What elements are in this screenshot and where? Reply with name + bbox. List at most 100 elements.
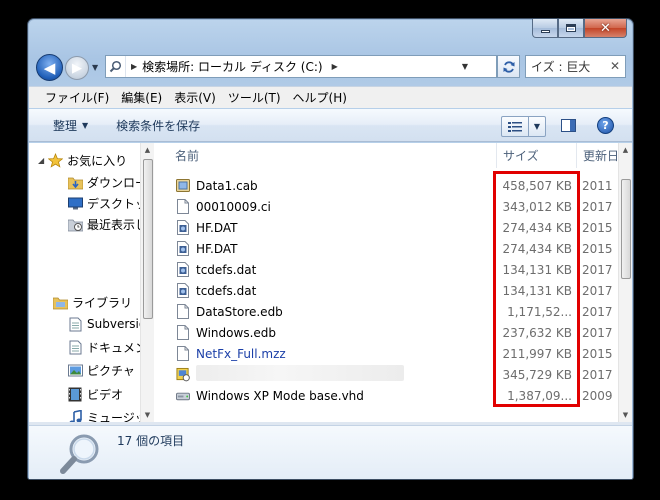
search-box[interactable]: イズ : 巨大 ✕ [525,55,626,78]
blank-file-icon [176,199,190,215]
save-search-label: 検索条件を保存 [116,118,201,133]
nav-pane-scrollbar[interactable]: ▲ ▼ [140,143,154,422]
file-name: HF.DAT [196,220,238,235]
scrollbar-thumb[interactable] [621,179,631,279]
cab-archive-icon [176,178,190,194]
file-date: 2017 [582,262,613,277]
file-date: 2009 [582,388,613,403]
column-header-size[interactable]: サイズ [497,143,577,168]
pictures-icon [67,363,83,379]
command-bar: 整理 ▼ 検索条件を保存 ▼ ? [29,109,632,142]
file-name-redacted [196,365,496,384]
nav-label: お気に入り [67,154,128,168]
maximize-icon [566,24,576,32]
scroll-up-icon[interactable]: ▲ [141,143,154,157]
column-header-name[interactable]: 名前 [157,143,497,168]
scroll-down-icon[interactable]: ▼ [619,408,632,422]
scroll-down-icon[interactable]: ▼ [141,408,154,422]
organize-button[interactable]: 整理 ▼ [53,117,88,134]
blank-file-icon [176,346,190,362]
file-date: 2011 [582,178,613,193]
close-button[interactable]: ✕ [584,19,627,38]
address-bar[interactable]: ▶ 検索場所: ローカル ディスク (C:) ▶ ▼ [105,55,497,78]
nav-library-videos[interactable]: ビデオ [67,386,123,403]
close-icon: ✕ [600,20,611,36]
nav-favorites[interactable]: ◢ お気に入り [38,152,127,169]
navigation-pane: ◢ お気に入り ダウンロード デスクトップ 最近表示した場所 ライブラリ [29,143,154,422]
file-date: 2017 [582,304,613,319]
file-name: DataStore.edb [196,304,283,319]
breadcrumb-chevron-icon[interactable]: ▶ [131,62,137,71]
change-view-button[interactable]: ▼ [501,116,546,137]
system-file-icon [176,241,190,257]
file-name: 00010009.ci [196,199,271,214]
nav-label: ビデオ [87,388,124,402]
system-file-icon [176,262,190,278]
system-file-icon [176,283,190,299]
blank-file-icon [176,325,190,341]
help-icon[interactable]: ? [597,117,614,134]
maximize-button[interactable] [558,19,584,38]
scrollbar-thumb[interactable] [143,159,153,319]
chevron-down-icon: ▼ [82,120,89,130]
forward-arrow-icon: ▶ [72,60,82,76]
search-query: イズ : 巨大 [531,60,591,74]
breadcrumb-search-location[interactable]: 検索場所: ローカル ディスク (C:) [142,58,322,75]
view-dropdown-icon[interactable]: ▼ [529,122,545,131]
caption-buttons: ✕ [532,19,627,38]
nav-label: ライブラリ [72,296,133,310]
minimize-icon [540,29,550,33]
breadcrumb-chevron-icon[interactable]: ▶ [332,62,338,71]
details-view-icon [502,117,529,136]
nav-library-pictures[interactable]: ピクチャ [67,362,135,379]
system-file-icon [176,220,190,236]
back-arrow-icon: ◀ [43,58,56,77]
file-date: 2017 [582,367,613,382]
menu-bar: ファイル(F) 編集(E) 表示(V) ツール(T) ヘルプ(H) [29,86,632,108]
menu-tools[interactable]: ツール(T) [224,89,289,106]
menu-file[interactable]: ファイル(F) [41,89,117,106]
refresh-button[interactable] [497,55,520,78]
recent-pages-dropdown[interactable]: ▼ [92,63,98,72]
music-icon [67,410,83,422]
menu-help[interactable]: ヘルプ(H) [289,89,355,106]
library-icon [52,295,68,311]
menu-view[interactable]: 表示(V) [170,89,224,106]
file-date: 2017 [582,199,613,214]
file-date: 2015 [582,220,613,235]
address-dropdown-icon[interactable]: ▼ [456,56,474,77]
scroll-up-icon[interactable]: ▲ [619,143,632,157]
file-date: 2015 [582,241,613,256]
desktop-icon [67,196,83,212]
forward-button[interactable]: ▶ [65,56,89,80]
item-count-status: 17 個の項目 [117,434,185,448]
save-search-button[interactable]: 検索条件を保存 [116,117,200,134]
file-name: Windows XP Mode base.vhd [196,388,364,403]
file-name: tcdefs.dat [196,262,257,277]
file-name: HF.DAT [196,241,238,256]
back-button[interactable]: ◀ [36,54,63,81]
nav-libraries[interactable]: ライブラリ [52,294,132,311]
recent-places-icon [67,217,83,233]
file-list-scrollbar[interactable]: ▲ ▼ [618,143,632,422]
blank-file-icon [176,304,190,320]
document-library-icon [67,340,83,356]
size-column-highlight-box [493,171,580,407]
file-name: Windows.edb [196,325,276,340]
redacted-filename-blur [196,365,404,381]
preview-pane-icon[interactable] [561,119,576,132]
star-icon [47,153,63,169]
minimize-button[interactable] [532,19,558,38]
installer-icon [176,367,190,383]
organize-label: 整理 [53,118,78,133]
expand-triangle-icon[interactable]: ◢ [38,156,44,165]
menu-edit[interactable]: 編集(E) [117,89,170,106]
clear-search-icon[interactable]: ✕ [610,59,620,73]
file-name: NetFx_Full.mzz [196,346,286,361]
file-name: Data1.cab [196,178,258,193]
details-pane: 17 個の項目 [29,425,632,479]
file-date: 2017 [582,325,613,340]
search-magnifier-icon [59,432,103,476]
nav-label: ピクチャ [87,364,135,378]
refresh-icon [503,60,514,73]
